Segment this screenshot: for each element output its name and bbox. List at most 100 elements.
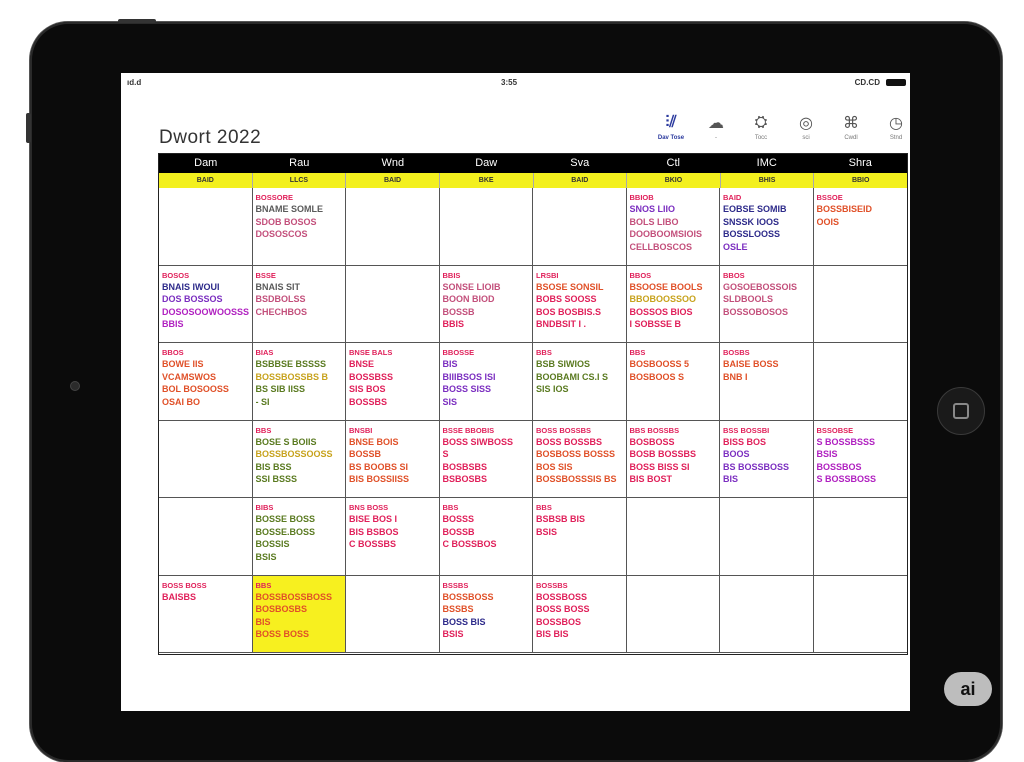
event-text: BOSBOSS (629, 436, 675, 447)
event-heading: BBS (536, 503, 552, 512)
home-button[interactable] (937, 387, 985, 435)
calendar-cell[interactable] (346, 575, 440, 653)
calendar-cell[interactable] (346, 265, 440, 343)
event-text: CELLBOSCOS (629, 241, 693, 252)
event-text: BOSBOSS BOSSS (536, 449, 616, 459)
calendar-cell[interactable] (159, 420, 253, 498)
calendar-cell[interactable]: BIAS BSBBSE BSSSS BOSSBOSSBS B BS SIB IISS -… (252, 343, 346, 421)
event-text: BIS BIS (536, 629, 569, 639)
event-text: S (442, 449, 449, 459)
calendar-cell[interactable]: BBOSSE BIS BIIIBSOS ISI BOSS SISS SIS (439, 343, 533, 421)
calendar-cell[interactable]: BOSSORE BNAME SOMLE SDOB BOSOS DOSOSCOS (252, 188, 346, 266)
event-text: DOSOSCOS (255, 229, 308, 239)
calendar-cell[interactable] (159, 188, 253, 266)
calendar-cell[interactable]: BBIOB SNOS LIIO BOLS LIBO DOOBOOMSIOIS CELLB… (626, 188, 720, 266)
calendar-cell[interactable] (346, 188, 440, 266)
event-text: BSB SIWIOS (536, 359, 591, 369)
event-text: BIS (255, 616, 271, 627)
event-text: BOSBOSBS (255, 604, 308, 614)
calendar-cell[interactable]: BBS BOSSS BOSSB C BOSSBOS (439, 498, 533, 576)
event-text: SONSE LIOIB (442, 281, 501, 292)
calendar-cell[interactable]: BBS BSB SIWIOS BOOBAMI CS.I S SIS IOS (533, 343, 627, 421)
event-text: SNOS LIIO (629, 204, 676, 214)
event-text: GOSOEBOSSOIS (723, 281, 798, 292)
event-text: BSIS (442, 629, 464, 639)
toolbar-clock-button[interactable]: ◷ Stnd (876, 113, 910, 147)
ai-badge[interactable]: ai (944, 672, 992, 706)
calendar-cell[interactable]: BNSE BALS BNSE BOSSBSS SIS BOS BOSSBS (346, 343, 440, 421)
calendar-cell[interactable]: BAID EOBSE SOMIB SNSSK IOOS BOSSLOOSS OSLE (720, 188, 814, 266)
calendar-cell[interactable]: BOSS BOSSBS BOSS BOSSBS BOSBOSS BOSSS BOS S… (533, 420, 627, 498)
event-text: S BOSSBOSS (816, 474, 877, 484)
calendar-cell[interactable]: BBS BOSE S BOIIS BOSSBOSSOOSS BIS BSS SSI BS… (252, 420, 346, 498)
calendar-cell[interactable] (813, 343, 907, 421)
event-heading: BBS (536, 348, 552, 357)
calendar-cell[interactable] (533, 188, 627, 266)
calendar-cell[interactable]: BBS BOSBOOSS 5 BOSBOOS S (626, 343, 720, 421)
toolbar-camera-button[interactable]: ◎ sci (786, 113, 826, 147)
calendar-cell[interactable]: BIBS BOSSE BOSS BOSSE.BOSS BOSSIS BSIS (252, 498, 346, 576)
calendar-cell[interactable]: BOSS BOSS BAISBS (159, 575, 253, 653)
calendar-cell[interactable]: BBOS BOWE IIS VCAMSWOS BOL BOSOOSS OSAI BO (159, 343, 253, 421)
event-heading: BSS BOSSBI (723, 425, 770, 435)
calendar-cell[interactable] (813, 266, 907, 343)
event-heading: BIAS (255, 348, 274, 357)
toolbar-tools-button[interactable]: ⛭ Tocc (741, 113, 781, 147)
calendar-cell[interactable]: LRSBI BSOSE SONSIL BOBS SOOSS BOS BOSBIS.S B… (533, 265, 627, 343)
event-heading: BIBS (255, 503, 274, 512)
calendar-cell[interactable] (626, 575, 720, 653)
event-heading: BOSSBS (536, 580, 568, 590)
toolbar-tag-button[interactable]: ⌘ Cwdl (831, 113, 871, 147)
event-text: BOSSBOSS (442, 591, 494, 602)
event-text: BOL BOSOOSS (162, 384, 229, 394)
calendar-cell[interactable] (813, 498, 907, 576)
calendar-cell[interactable]: BBS BOSSBS BOSBOSS BOSB BOSSBS BOSS BISS SI… (626, 420, 720, 498)
event-text: BOWE IIS (162, 359, 204, 369)
calendar-cell[interactable] (439, 188, 533, 266)
event-heading: BBIS (442, 270, 461, 280)
calendar-cell[interactable]: BBOS BSOOSE BOOLS BBOBOOSSOO BOSSOS BIOS I S… (626, 265, 720, 343)
event-text: BOSSBOSSBS B (255, 371, 329, 382)
event-text: BSIS (536, 526, 558, 537)
event-text: BSDBOLSS (255, 294, 306, 304)
calendar-cell[interactable]: BNS BOSS BISE BOS I BIS BSBOS C BOSSBS (346, 498, 440, 576)
event-text: BSIS (255, 551, 277, 562)
event-text: BOSSBOSSSIS BS (536, 474, 617, 484)
calendar-cell[interactable]: BSSOE BOSSBISEID OOIS (813, 188, 907, 266)
calendar-cell[interactable]: BBOS GOSOEBOSSOIS SLDBOOLS BOSSOBOSOS (720, 265, 814, 343)
event-text: BOSS BOSS (255, 629, 310, 639)
calendar-cell[interactable] (626, 498, 720, 576)
front-camera-icon (70, 381, 80, 391)
day-subheader-row: BAID LLCS BAID BKE BAID BKIO BHIS BBIO (159, 173, 907, 188)
calendar-cell[interactable]: BBIS SONSE LIOIB BOON BIOD BOSSB BBIS (439, 265, 533, 343)
calendar-cell[interactable]: BOSOS BNAIS IWOUI DOS BOSSOS DOSOSOOWOOSSS B… (159, 265, 253, 343)
calendar-cell[interactable]: BBS BOSSBOSSBOSS BOSBOSBS BIS BOSS BOSS (252, 575, 346, 653)
calendar-cell[interactable] (720, 498, 814, 576)
calendar-cell[interactable]: BOSBS BAISE BOSS BNB I (720, 343, 814, 421)
event-text: BSBSB BIS (536, 514, 586, 524)
calendar-cell[interactable]: BSS BOSSBI BISS BOS BOOS BS BOSSBOSS BIS (720, 420, 814, 498)
calendar-cell[interactable]: BOSSBS BOSSBOSS BOSS BOSS BOSSBOS BIS BIS (533, 575, 627, 653)
calendar-cell[interactable]: BSSE BBOBIS BOSS SIWBOSS S BOSBSBS BSBOSBS (439, 420, 533, 498)
calendar-cell[interactable]: BSSOBSE S BOSSBSSS BSIS BOSSBOS S BOSSBOSS (813, 421, 907, 498)
event-text: BNAME SOMLE (255, 204, 324, 214)
toolbar-cloud-button[interactable]: ☁ - (696, 113, 736, 147)
calendar-cell[interactable]: BSSBS BOSSBOSS BSSBS BOSS BIS BSIS (439, 575, 533, 653)
calendar-cell[interactable]: BBS BSBSB BIS BSIS (533, 498, 627, 576)
event-text: SNSSK IOOS (723, 216, 780, 227)
home-square-icon (953, 403, 969, 419)
calendar-cell[interactable]: BSSE BNAIS SIT BSDBOLSS CHECHBOS (252, 265, 346, 343)
calendar-cell[interactable] (159, 498, 253, 576)
event-text: CHECHBOS (255, 306, 308, 317)
calendar-cell[interactable] (813, 576, 907, 653)
toolbar-grid-button[interactable]: ⫶⫽ Dav Tose (651, 113, 691, 147)
toolbar-label: Dav Tose (657, 135, 685, 141)
event-heading: BAID (723, 193, 742, 202)
event-text: BBOBOOSSOO (629, 294, 697, 304)
calendar-cell[interactable]: BNSBI BNSE BOIS BOSSB BS BOOBS SI BIS BOSSII… (346, 420, 440, 498)
cloud-icon: ☁ (708, 115, 724, 132)
event-heading: BOSS BOSSBS (536, 425, 592, 435)
event-text: BIS BOSSIISS (349, 474, 410, 484)
event-text: BNB I (723, 371, 748, 382)
calendar-cell[interactable] (720, 575, 814, 653)
